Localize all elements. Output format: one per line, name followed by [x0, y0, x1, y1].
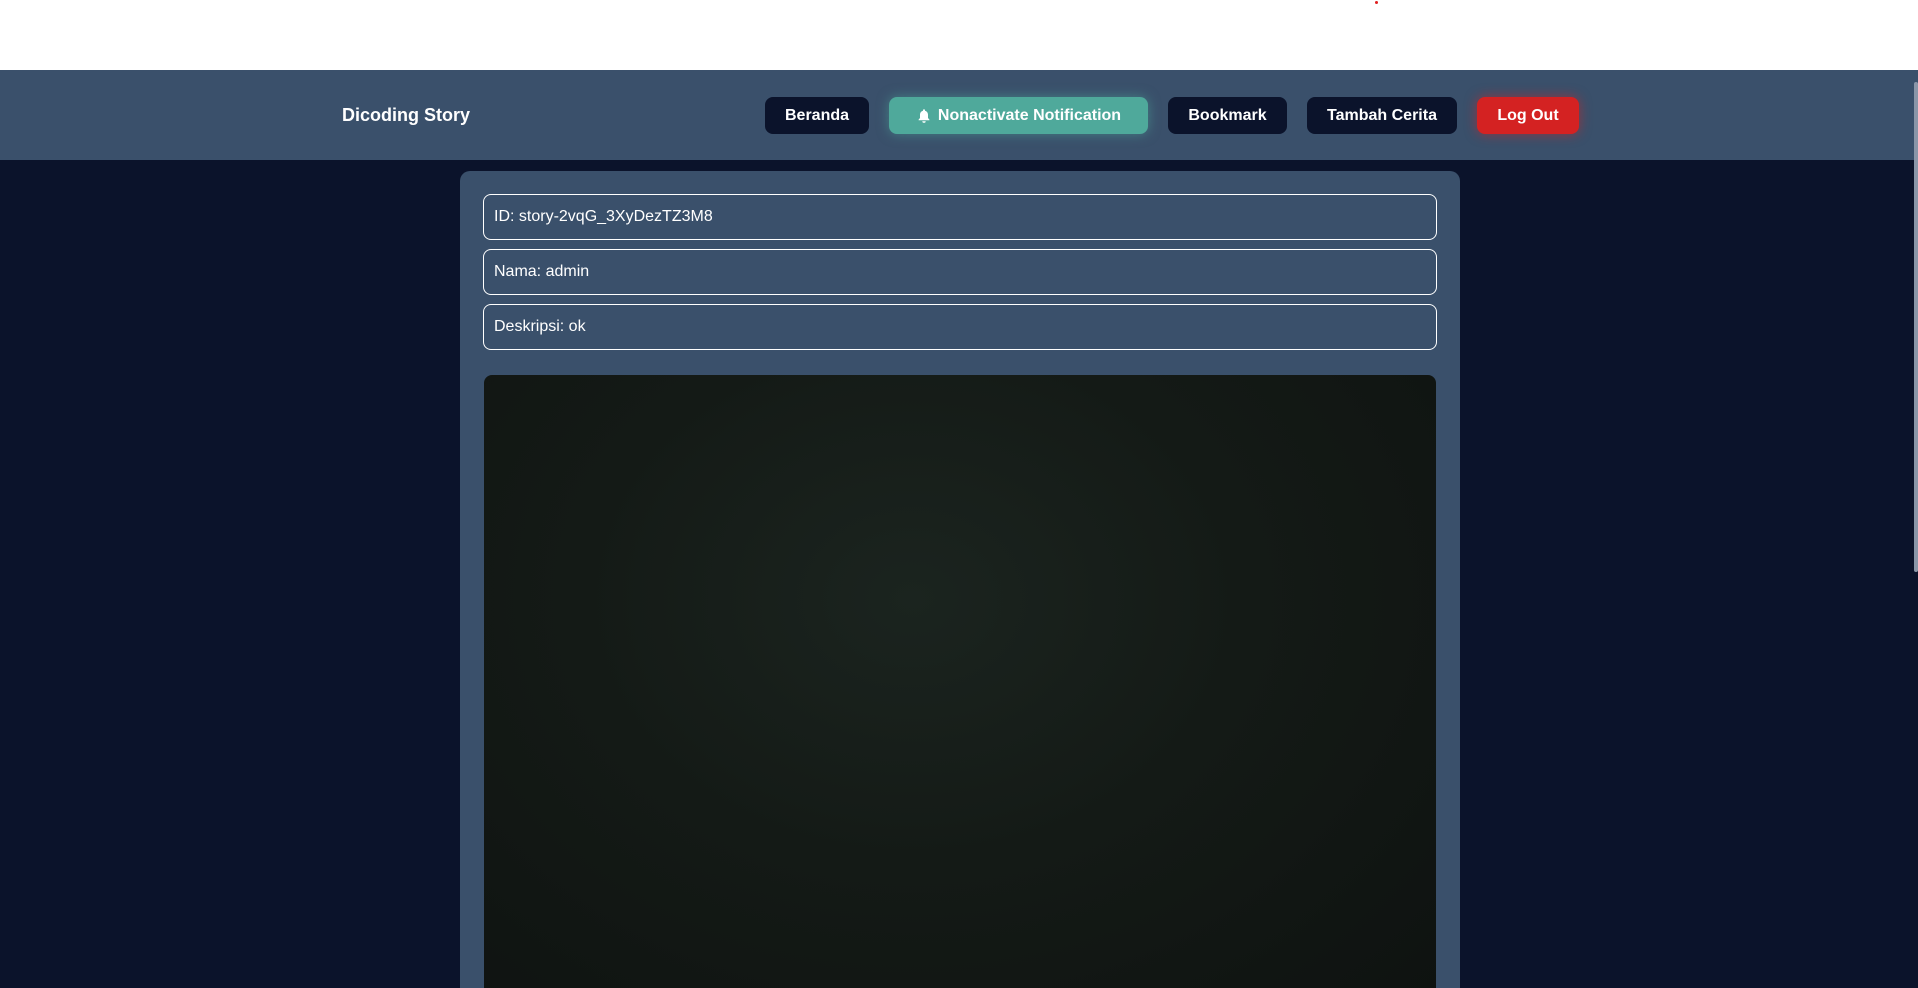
nonactivate-notification-label: Nonactivate Notification: [937, 106, 1122, 124]
red-dot-marker: [1375, 1, 1378, 4]
navbar: Dicoding Story Beranda Nonactivate Notif…: [0, 70, 1918, 160]
story-id-field: ID: story-2vqG_3XyDezTZ3M8: [483, 194, 1437, 240]
story-name-field: Nama: admin: [483, 249, 1437, 295]
beranda-button[interactable]: Beranda: [765, 97, 869, 134]
story-description-field: Deskripsi: ok: [483, 304, 1437, 350]
beranda-button-label: Beranda: [784, 106, 850, 124]
top-blank-area: [0, 0, 1918, 70]
scrollbar-thumb[interactable]: [1914, 82, 1918, 572]
nonactivate-notification-button[interactable]: Nonactivate Notification: [889, 97, 1148, 134]
tambah-cerita-button-label: Tambah Cerita: [1327, 106, 1437, 124]
bookmark-button-label: Bookmark: [1188, 106, 1267, 124]
logout-button-label: Log Out: [1497, 106, 1559, 124]
brand-title[interactable]: Dicoding Story: [342, 70, 470, 160]
bookmark-button[interactable]: Bookmark: [1168, 97, 1287, 134]
bell-icon: [916, 108, 932, 124]
story-detail-card: ID: story-2vqG_3XyDezTZ3M8 Nama: admin D…: [460, 171, 1460, 988]
story-image: [484, 375, 1436, 988]
logout-button[interactable]: Log Out: [1477, 97, 1579, 134]
tambah-cerita-button[interactable]: Tambah Cerita: [1307, 97, 1457, 134]
